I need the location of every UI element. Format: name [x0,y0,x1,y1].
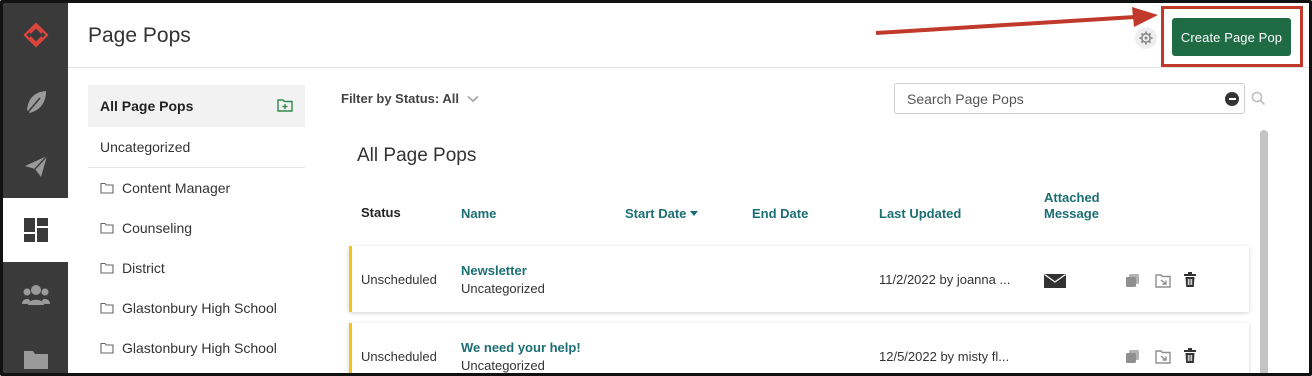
column-header-label: Start Date [625,206,687,221]
category-list: All Page Pops Uncategorized Content Mana… [88,85,305,368]
row-status: Unscheduled [361,272,437,287]
move-to-folder-icon[interactable] [1155,349,1171,364]
chevron-down-icon [467,95,479,102]
category-folder[interactable]: Glastonbury High School [88,328,305,368]
folder-icon [23,351,48,369]
clear-search-icon[interactable] [1225,92,1239,106]
column-header-attached-message[interactable]: Attached Message [1044,190,1100,222]
column-header-status: Status [361,205,401,220]
feather-icon [26,91,46,113]
copy-icon[interactable] [1125,349,1140,364]
row-name-cell: We need your help! Uncategorized [461,340,581,373]
category-label: District [122,260,165,276]
rail-item-dashboard[interactable] [3,198,68,262]
category-label: All Page Pops [100,98,194,114]
row-last-updated: 11/2/2022 by joanna ... [879,272,1011,287]
category-folder[interactable]: Content Manager [88,168,305,208]
row-name-cell: Newsletter Uncategorized [461,263,545,296]
rail-logo[interactable] [3,3,68,67]
trash-icon[interactable] [1184,272,1196,287]
search-box [894,83,1245,114]
category-label: Counseling [122,220,193,236]
row-category: Uncategorized [461,358,545,373]
category-label: Glastonbury High School [122,300,277,316]
rail-item-send[interactable] [3,134,68,198]
header-divider [68,67,1309,68]
row-status: Unscheduled [361,349,437,364]
dashboard-icon [23,218,48,242]
category-folder[interactable]: Counseling [88,208,305,248]
table-row: Unscheduled Newsletter Uncategorized 11/… [349,246,1249,312]
column-header-name[interactable]: Name [461,206,496,221]
status-filter-dropdown[interactable]: Filter by Status: All [341,91,479,106]
column-header-label: Message [1044,206,1099,221]
status-filter-label: Filter by Status: All [341,91,459,106]
logo-icon [22,22,49,48]
folder-outline-icon [100,262,114,274]
category-label: Content Manager [122,180,231,196]
column-header-last-updated[interactable]: Last Updated [879,206,961,221]
folder-outline-icon [100,342,114,354]
table-row: Unscheduled We need your help! Uncategor… [349,323,1249,376]
left-nav-rail [3,3,68,373]
rail-item-content[interactable] [3,70,68,134]
add-folder-icon[interactable] [277,98,293,112]
callout-arrow [875,7,1158,35]
row-category: Uncategorized [461,281,545,296]
search-input[interactable] [907,90,1217,107]
column-header-end-date[interactable]: End Date [752,206,808,221]
callout-highlight-box [1161,6,1303,67]
category-all-page-pops[interactable]: All Page Pops [88,85,305,127]
category-uncategorized[interactable]: Uncategorized [88,127,305,168]
category-label: Glastonbury High School [122,340,277,356]
rail-item-users[interactable] [3,263,68,327]
trash-icon[interactable] [1184,348,1196,363]
row-name-link[interactable]: Newsletter [461,263,545,278]
people-icon [21,285,50,305]
folder-outline-icon [100,222,114,234]
copy-icon[interactable] [1125,273,1140,288]
row-last-updated: 12/5/2022 by misty fl... [879,349,1010,364]
list-heading: All Page Pops [357,145,477,166]
rail-item-files[interactable] [3,327,68,376]
folder-outline-icon [100,182,114,194]
column-header-label: Attached [1044,190,1100,205]
search-icon[interactable] [1251,91,1266,106]
sort-descending-icon [690,211,699,216]
category-label: Uncategorized [100,139,191,155]
category-folder[interactable]: Glastonbury High School [88,288,305,328]
folder-outline-icon [100,302,114,314]
move-to-folder-icon[interactable] [1155,273,1171,288]
envelope-icon [1044,274,1066,288]
row-name-link[interactable]: We need your help! [461,340,581,355]
scrollbar-thumb[interactable] [1260,130,1268,376]
column-header-start-date[interactable]: Start Date [625,206,699,221]
paper-plane-icon [24,155,47,177]
page-title: Page Pops [88,24,191,47]
category-folder[interactable]: District [88,248,305,288]
